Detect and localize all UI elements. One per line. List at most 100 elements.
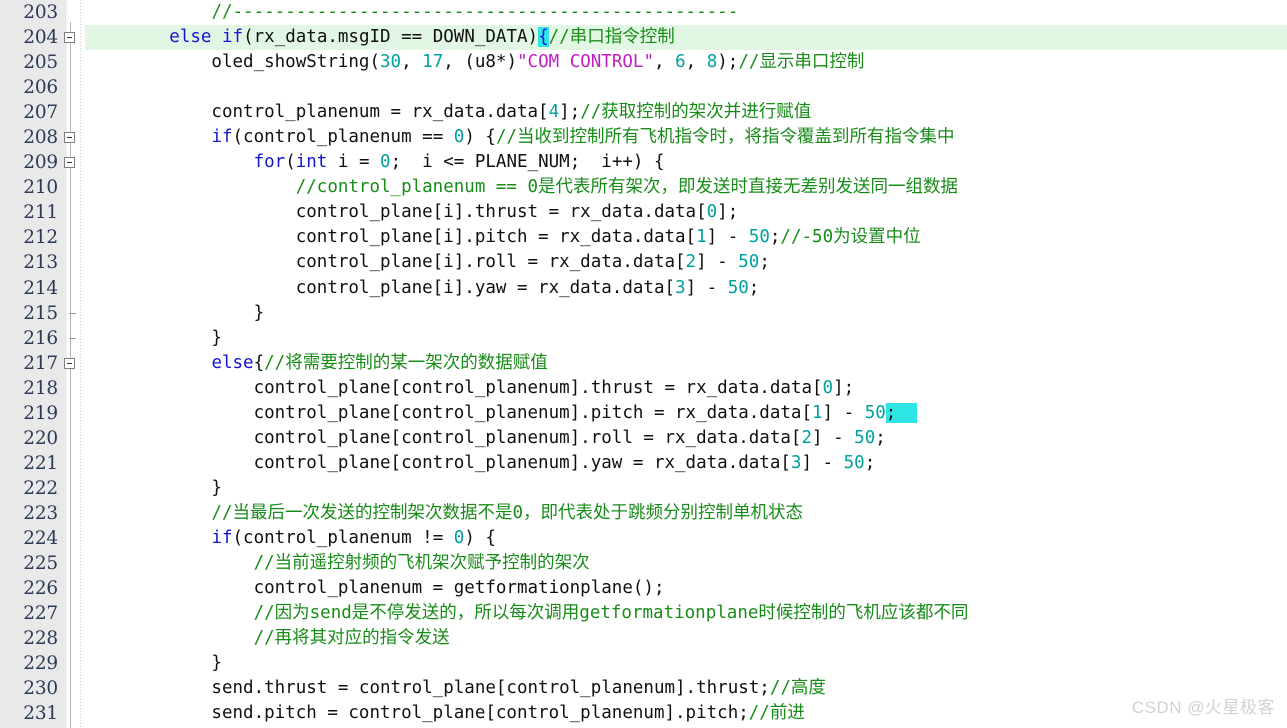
code-line[interactable]: 220 control_plane[control_planenum].roll…	[0, 426, 1287, 451]
code-text[interactable]: }	[85, 651, 222, 676]
token-number: 1	[811, 402, 823, 423]
token-plain: ,	[401, 52, 423, 73]
code-line[interactable]: 209 for(int i = 0; i <= PLANE_NUM; i++) …	[0, 150, 1287, 175]
code-text[interactable]: control_plane[i].thrust = rx_data.data[0…	[85, 200, 739, 225]
code-line[interactable]: 210 //control_planenum == 0是代表所有架次，即发送时直…	[0, 175, 1287, 200]
fold-collapse-icon[interactable]	[64, 132, 75, 144]
code-text[interactable]: send.thrust = control_plane[control_plan…	[85, 676, 826, 701]
line-number: 205	[23, 52, 58, 74]
token-number: 50	[854, 427, 876, 448]
token-plain: ;	[748, 277, 760, 298]
code-line[interactable]: 212 control_plane[i].pitch = rx_data.dat…	[0, 225, 1287, 250]
token-plain: ] -	[706, 227, 749, 248]
token-plain: (control_planenum ==	[232, 127, 454, 148]
code-text[interactable]: //当前遥控射频的飞机架次赋予控制的架次	[85, 551, 590, 576]
code-line[interactable]: 230 send.thrust = control_plane[control_…	[0, 676, 1287, 701]
code-line[interactable]: 221 control_plane[control_planenum].yaw …	[0, 451, 1287, 476]
code-line[interactable]: 214 control_plane[i].yaw = rx_data.data[…	[0, 276, 1287, 301]
code-editor[interactable]: 203 //----------------------------------…	[0, 0, 1287, 728]
code-text[interactable]: //control_planenum == 0是代表所有架次，即发送时直接无差别…	[85, 175, 958, 200]
line-number: 229	[23, 653, 58, 675]
token-plain: }	[85, 327, 222, 348]
code-text[interactable]: control_plane[control_planenum].yaw = rx…	[85, 451, 876, 476]
line-number: 208	[23, 127, 58, 149]
token-comment: //串口指令控制	[548, 27, 675, 48]
code-line[interactable]: 224 if(control_planenum != 0) {	[0, 526, 1287, 551]
code-text[interactable]: //因为send是不停发送的，所以每次调用getformationplane时候…	[85, 601, 969, 626]
token-comment: //再将其对应的指令发送	[253, 628, 450, 649]
token-plain: control_plane[control_planenum].thrust =…	[85, 377, 823, 398]
code-text[interactable]: //再将其对应的指令发送	[85, 626, 450, 651]
code-text[interactable]: }	[85, 326, 222, 351]
token-comment: //当前遥控射频的飞机架次赋予控制的架次	[253, 553, 590, 574]
token-keyword: else if	[169, 27, 244, 48]
line-number: 222	[23, 477, 58, 499]
code-text[interactable]: send.pitch = control_plane[control_plane…	[85, 701, 804, 726]
code-line[interactable]: 223 //当最后一次发送的控制架次数据不是0，即代表处于跳频分别控制单机状态	[0, 501, 1287, 526]
code-line[interactable]: 204 else if(rx_data.msgID == DOWN_DATA){…	[0, 25, 1287, 51]
code-text[interactable]: oled_showString(30, 17, (u8*)"COM CONTRO…	[85, 50, 864, 75]
token-selpad	[896, 402, 918, 423]
token-comment: //高度	[769, 678, 826, 699]
code-line[interactable]: 211 control_plane[i].thrust = rx_data.da…	[0, 200, 1287, 225]
token-plain: ;	[875, 427, 886, 448]
token-number: 6	[675, 52, 686, 73]
line-number: 224	[23, 527, 58, 549]
line-number: 207	[23, 102, 58, 124]
line-number: 228	[23, 628, 58, 650]
code-line[interactable]: 207 control_planenum = rx_data.data[4];/…	[0, 100, 1287, 125]
code-line[interactable]: 213 control_plane[i].roll = rx_data.data…	[0, 250, 1287, 275]
code-line[interactable]: 231 send.pitch = control_plane[control_p…	[0, 701, 1287, 726]
token-number: 50	[864, 402, 886, 423]
line-number: 227	[23, 603, 58, 625]
token-brace: {	[538, 27, 549, 48]
fold-collapse-icon[interactable]	[64, 157, 75, 169]
token-keyword: int	[295, 152, 328, 173]
code-text[interactable]: else{//将需要控制的某一架次的数据赋值	[85, 351, 547, 376]
code-text[interactable]: control_plane[control_planenum].roll = r…	[85, 426, 886, 451]
code-text[interactable]: }	[85, 301, 265, 326]
token-number: 3	[675, 277, 686, 298]
token-number: 17	[422, 52, 444, 73]
code-text[interactable]: for(int i = 0; i <= PLANE_NUM; i++) {	[85, 150, 665, 175]
code-text[interactable]: //--------------------------------------…	[85, 0, 738, 25]
code-text[interactable]: control_planenum = rx_data.data[4];//获取控…	[85, 100, 811, 125]
code-line[interactable]: 206	[0, 75, 1287, 100]
code-line[interactable]: 215 }	[0, 301, 1287, 326]
code-line[interactable]: 229 }	[0, 651, 1287, 676]
code-line[interactable]: 219 control_plane[control_planenum].pitc…	[0, 401, 1287, 426]
code-text[interactable]: if(control_planenum != 0) {	[85, 526, 496, 551]
code-text[interactable]: //当最后一次发送的控制架次数据不是0，即代表处于跳频分别控制单机状态	[85, 501, 803, 526]
code-line[interactable]: 216 }	[0, 326, 1287, 351]
fold-collapse-icon[interactable]	[64, 32, 75, 44]
code-text[interactable]: else if(rx_data.msgID == DOWN_DATA){//串口…	[85, 25, 675, 50]
token-comment: //获取控制的架次并进行赋值	[580, 102, 812, 123]
token-number: 50	[738, 252, 760, 273]
line-number: 220	[23, 427, 58, 449]
code-line[interactable]: 208 if(control_planenum == 0) {//当收到控制所有…	[0, 125, 1287, 150]
code-line[interactable]: 217 else{//将需要控制的某一架次的数据赋值	[0, 351, 1287, 376]
code-line[interactable]: 225 //当前遥控射频的飞机架次赋予控制的架次	[0, 551, 1287, 576]
code-text[interactable]: if(control_planenum == 0) {//当收到控制所有飞机指令…	[85, 125, 954, 150]
token-number: 50	[727, 277, 749, 298]
code-text[interactable]: control_plane[control_planenum].thrust =…	[85, 376, 855, 401]
code-text[interactable]: control_plane[i].pitch = rx_data.data[1]…	[85, 225, 921, 250]
token-plain: );	[717, 52, 739, 73]
code-line[interactable]: 226 control_planenum = getformationplane…	[0, 576, 1287, 601]
code-text[interactable]: control_plane[control_planenum].pitch = …	[85, 401, 918, 426]
code-line[interactable]: 205 oled_showString(30, 17, (u8*)"COM CO…	[0, 50, 1287, 75]
code-line[interactable]: 222 }	[0, 476, 1287, 501]
code-line[interactable]: 227 //因为send是不停发送的，所以每次调用getformationpla…	[0, 601, 1287, 626]
token-number: 2	[801, 427, 812, 448]
fold-collapse-icon[interactable]	[64, 357, 75, 369]
code-text[interactable]: control_plane[i].roll = rx_data.data[2] …	[85, 250, 770, 275]
code-text[interactable]: control_planenum = getformationplane();	[85, 576, 665, 601]
code-line[interactable]: 228 //再将其对应的指令发送	[0, 626, 1287, 651]
code-text[interactable]: }	[85, 476, 222, 501]
line-number: 223	[23, 502, 58, 524]
code-line[interactable]: 218 control_plane[control_planenum].thru…	[0, 376, 1287, 401]
code-line[interactable]: 203 //----------------------------------…	[0, 0, 1287, 25]
code-text[interactable]: control_plane[i].yaw = rx_data.data[3] -…	[85, 276, 760, 301]
